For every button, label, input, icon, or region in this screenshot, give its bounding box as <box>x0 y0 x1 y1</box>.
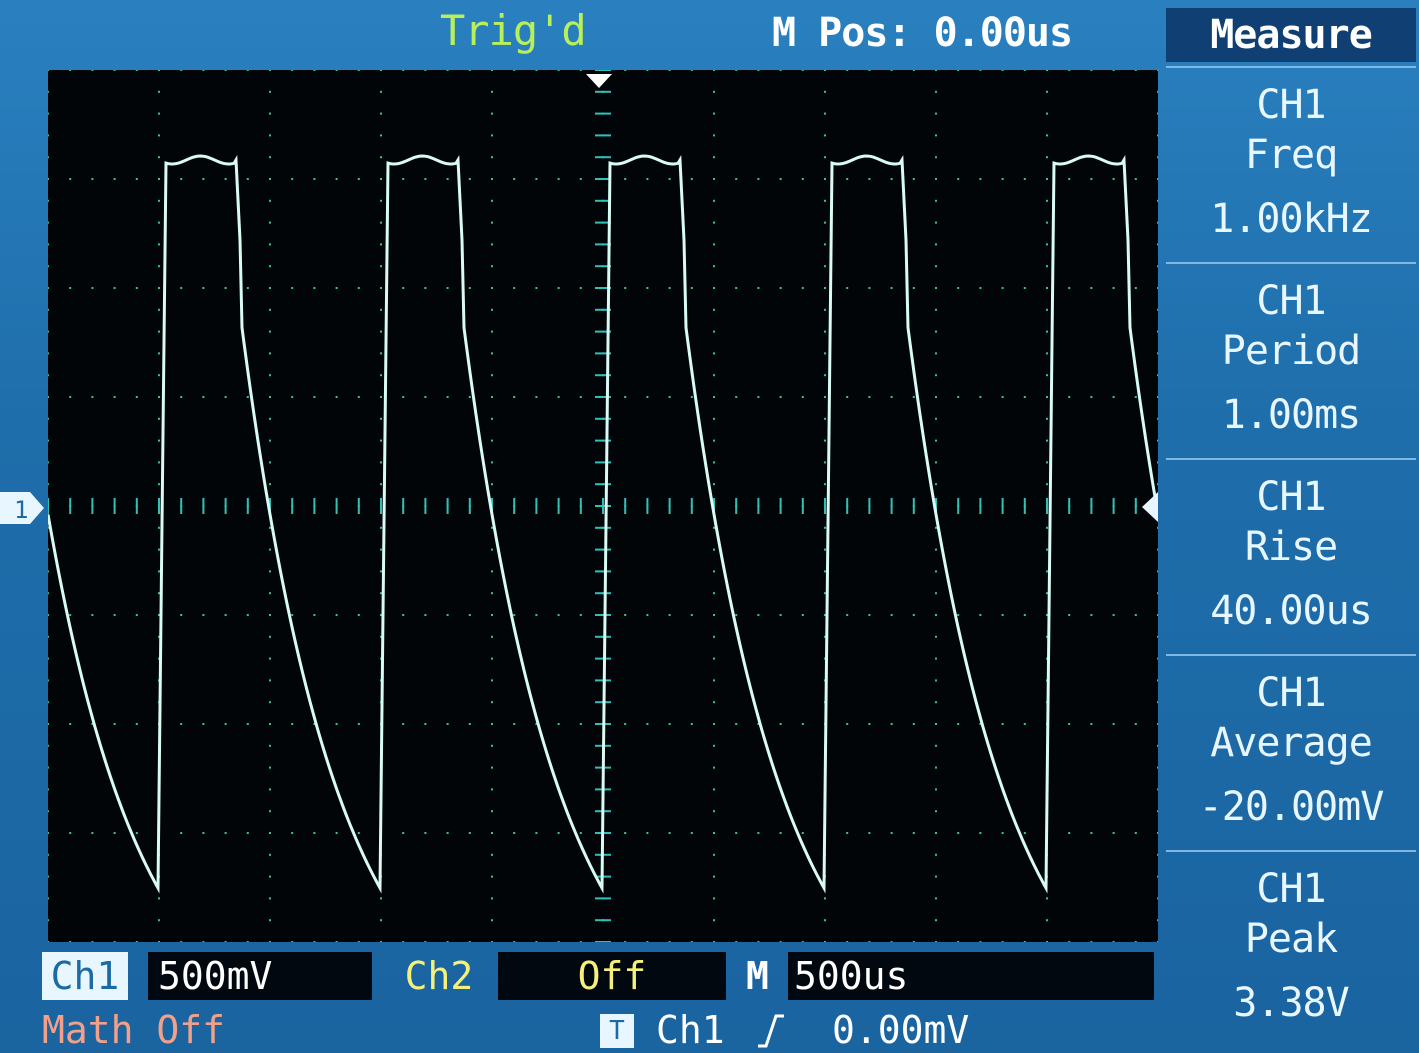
measure-channel: CH1 <box>1256 82 1326 128</box>
measure-value: 1.00kHz <box>1210 196 1373 242</box>
trigger-status: Trig'd <box>440 6 587 55</box>
measure-type: Period <box>1221 328 1362 374</box>
measure-item-average[interactable]: CH1 Average -20.00mV <box>1166 654 1416 848</box>
measure-channel: CH1 <box>1256 866 1326 912</box>
ch1-volts-per-div: 500mV <box>148 952 372 1000</box>
measure-menu: Measure CH1 Freq 1.00kHz CH1 Period 1.00… <box>1162 0 1419 1053</box>
channel-marker-label: 1 <box>14 496 28 524</box>
measure-type: Peak <box>1244 916 1338 962</box>
measure-value: 3.38V <box>1233 980 1349 1026</box>
measure-channel: CH1 <box>1256 670 1326 716</box>
measure-value: 40.00us <box>1210 588 1373 634</box>
measure-item-rise[interactable]: CH1 Rise 40.00us <box>1166 458 1416 652</box>
measure-item-period[interactable]: CH1 Period 1.00ms <box>1166 262 1416 456</box>
status-bar: Trig'd M Pos: 0.00us <box>0 0 1160 68</box>
menu-title: Measure <box>1166 8 1416 62</box>
rising-edge-icon <box>758 1014 784 1048</box>
graticule <box>48 70 1158 942</box>
horizontal-position: M Pos: 0.00us <box>772 10 1073 56</box>
channel-marker-icon: 1 <box>0 492 44 524</box>
trigger-level-icon <box>1142 492 1158 522</box>
measure-item-freq[interactable]: CH1 Freq 1.00kHz <box>1166 66 1416 260</box>
measure-channel: CH1 <box>1256 278 1326 324</box>
trigger-source: Ch1 <box>656 1008 725 1052</box>
timebase-value: 500us <box>788 952 1154 1000</box>
measure-type: Freq <box>1244 132 1338 178</box>
timebase-label: M <box>746 954 769 998</box>
measure-item-peak[interactable]: CH1 Peak 3.38V <box>1166 850 1416 1044</box>
measure-value: -20.00mV <box>1198 784 1385 830</box>
measure-channel: CH1 <box>1256 474 1326 520</box>
trigger-level: 0.00mV <box>832 1008 970 1052</box>
channel1-ground-marker[interactable]: 1 <box>0 490 44 526</box>
measure-type: Rise <box>1244 524 1338 570</box>
ch1-label[interactable]: Ch1 <box>42 952 128 1000</box>
ch2-volts-per-div: Off <box>498 952 726 1000</box>
math-status: Math Off <box>42 1008 226 1052</box>
trigger-icon: T <box>600 1014 634 1048</box>
trigger-position-icon <box>586 74 612 88</box>
measure-type: Average <box>1210 720 1373 766</box>
ch2-label[interactable]: Ch2 <box>396 952 482 1000</box>
waveform-display <box>48 70 1158 942</box>
oscilloscope-screen: Trig'd M Pos: 0.00us 1 Measure CH1 Freq … <box>0 0 1419 1053</box>
measure-value: 1.00ms <box>1221 392 1362 438</box>
